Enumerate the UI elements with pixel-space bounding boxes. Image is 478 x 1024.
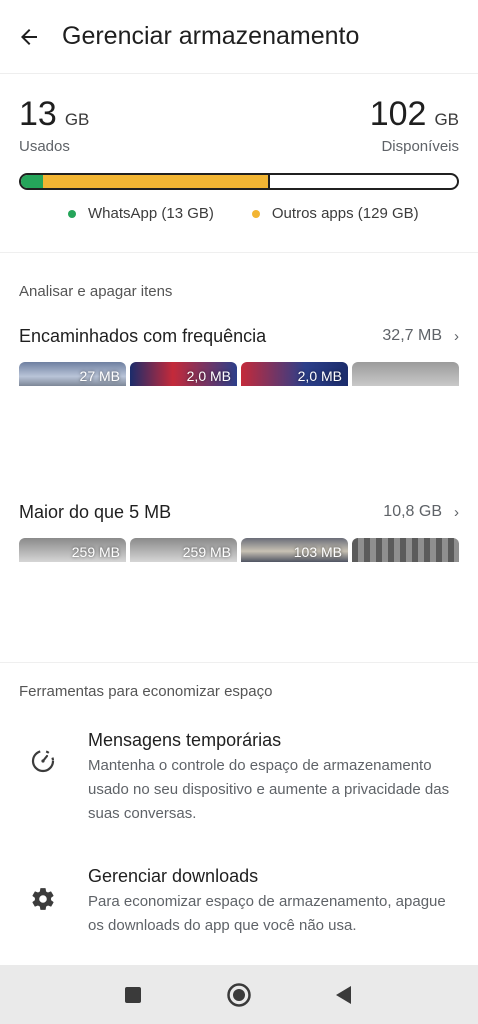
available-unit: GB <box>434 110 459 129</box>
thumbnail[interactable] <box>352 538 459 562</box>
thumbnail[interactable]: 2,0 MB <box>130 362 237 386</box>
gear-icon <box>32 888 54 910</box>
storage-bar <box>19 173 459 190</box>
thumbnail[interactable]: 259 MB <box>130 538 237 562</box>
tools-section-title: Ferramentas para economizar espaço <box>19 683 273 700</box>
thumbnail-size: 27 MB <box>79 368 120 384</box>
analyze-section-title: Analisar e apagar itens <box>19 283 173 300</box>
large-files-title: Maior do que 5 MB <box>19 501 172 522</box>
page-title: Gerenciar armazenamento <box>62 22 360 50</box>
large-files-size: 10,8 GB <box>383 503 442 520</box>
available-amount: 102 GB <box>370 95 459 134</box>
back-button[interactable] <box>0 0 58 74</box>
arrow-left-icon <box>21 28 37 45</box>
manage-downloads-item[interactable]: Gerenciar downloads Para economizar espa… <box>0 856 478 964</box>
storage-bar-whatsapp <box>21 175 43 188</box>
temporary-messages-title: Mensagens temporárias <box>88 730 282 750</box>
divider <box>0 662 478 663</box>
timer-icon <box>31 749 55 773</box>
storage-summary: 13 GB 102 GB Usados Disponíveis <box>19 95 459 155</box>
used-value: 13 <box>19 95 57 133</box>
forwarded-size: 32,7 MB <box>382 327 442 344</box>
forwarded-row[interactable]: Encaminhados com frequência 32,7 MB › <box>19 322 459 350</box>
temporary-messages-description: Mantenha o controle do espaço de armazen… <box>88 757 450 822</box>
thumbnail[interactable]: 103 MB <box>241 538 348 562</box>
large-files-thumbnails: 259 MB 259 MB 103 MB <box>19 538 459 562</box>
available-value: 102 <box>369 95 427 133</box>
used-label: Usados <box>19 138 70 155</box>
triangle-back-icon <box>336 986 351 1004</box>
recents-button[interactable] <box>120 982 146 1008</box>
temporary-messages-item[interactable]: Mensagens temporárias Mantenha o control… <box>0 720 478 830</box>
others-dot-icon <box>251 209 260 218</box>
divider <box>0 252 478 253</box>
home-button[interactable] <box>226 982 252 1008</box>
used-unit: GB <box>64 110 90 129</box>
chevron-right-icon: › <box>454 327 459 345</box>
thumbnail-size: 2,0 MB <box>297 368 342 384</box>
thumbnail-size: 2,0 MB <box>186 368 231 384</box>
legend-whatsapp-label: WhatsApp (13 GB) <box>88 205 214 222</box>
whatsapp-dot-icon <box>68 209 76 218</box>
used-amount: 13 GB <box>19 95 89 134</box>
forwarded-thumbnails: 27 MB 2,0 MB 2,0 MB <box>19 362 459 386</box>
storage-legend: WhatsApp (13 GB) Outros apps (129 GB) <box>68 205 457 222</box>
manage-downloads-description: Para economizar espaço de armazenamento,… <box>88 893 446 934</box>
thumbnail[interactable]: 259 MB <box>19 538 126 562</box>
large-files-row[interactable]: Maior do que 5 MB 10,8 GB › <box>19 498 459 526</box>
legend-whatsapp: WhatsApp (13 GB) <box>68 205 214 222</box>
chevron-right-icon: › <box>454 503 459 521</box>
thumbnail[interactable]: 2,0 MB <box>241 362 348 386</box>
system-nav-bar <box>0 965 478 1024</box>
legend-others-label: Outros apps (129 GB) <box>271 205 419 222</box>
thumbnail-size: 103 MB <box>293 544 342 560</box>
square-icon <box>125 987 141 1003</box>
back-nav-button[interactable] <box>330 982 356 1008</box>
thumbnail-size: 259 MB <box>71 544 120 560</box>
forwarded-title: Encaminhados com frequência <box>19 325 267 346</box>
circle-icon <box>227 983 251 1007</box>
thumbnail[interactable]: 27 MB <box>19 362 126 386</box>
manage-downloads-title: Gerenciar downloads <box>88 866 259 886</box>
thumbnail[interactable] <box>352 362 459 386</box>
legend-others: Outros apps (129 GB) <box>251 205 419 222</box>
available-label: Disponíveis <box>381 138 459 155</box>
thumbnail-size: 259 MB <box>182 544 231 560</box>
app-bar: Gerenciar armazenamento <box>0 0 478 74</box>
storage-bar-others <box>42 175 270 188</box>
